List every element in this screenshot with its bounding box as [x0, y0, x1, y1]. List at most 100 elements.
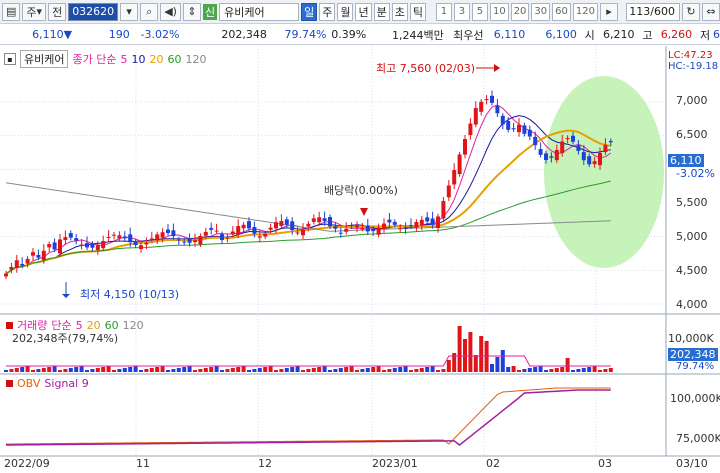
volume-bar — [257, 368, 262, 372]
candle-body — [279, 221, 284, 227]
minute-120[interactable]: 120 — [572, 2, 598, 21]
obv-signal: Signal 9 — [44, 377, 89, 390]
candle-body — [506, 121, 511, 130]
minute-5[interactable]: 5 — [471, 2, 488, 21]
candle-body — [155, 234, 160, 241]
candle-body — [338, 232, 343, 234]
volume-bar — [414, 369, 419, 372]
volume-bar — [214, 366, 219, 372]
candle-body — [31, 252, 35, 256]
prev-button[interactable]: 전 — [48, 2, 67, 21]
low-price: 6 — [713, 28, 720, 41]
settings-icon[interactable]: ▪ — [4, 53, 16, 65]
current-price: 6,110 — [32, 28, 64, 41]
period-minute[interactable]: 분 — [373, 2, 390, 21]
volume-bar — [112, 370, 116, 372]
search-icon[interactable]: ⌕ — [140, 2, 159, 21]
period-year[interactable]: 년 — [355, 2, 372, 21]
volume-bar — [63, 369, 68, 372]
speaker-icon[interactable]: ◀) — [160, 2, 181, 21]
current-change-tag: -3.02% — [676, 167, 715, 180]
candle-body — [333, 226, 338, 229]
volume-bar — [193, 370, 197, 372]
candle-body — [41, 250, 46, 261]
scroll-icon[interactable]: ⇔ — [702, 2, 720, 21]
candle-body — [263, 233, 268, 237]
stock-chart[interactable] — [0, 46, 720, 470]
y-tick-4500: 4,500 — [676, 264, 708, 277]
more-button[interactable]: ▸ — [599, 2, 618, 21]
candle-body — [317, 217, 322, 223]
volume-bar — [371, 367, 376, 372]
volume-bar — [279, 369, 284, 372]
volume-bar — [263, 367, 268, 372]
candle-body — [117, 235, 122, 239]
volume-bar — [182, 367, 187, 372]
obv-y-tick-75000k: 75,000K — [676, 432, 720, 445]
candle-body — [576, 145, 581, 151]
volume-bar — [392, 368, 397, 372]
minute-10[interactable]: 10 — [489, 2, 509, 21]
period-tick[interactable]: 틱 — [409, 2, 426, 21]
minute-30[interactable]: 30 — [531, 2, 551, 21]
candle-body — [479, 101, 484, 112]
volume-bar — [187, 366, 192, 372]
volume-bar — [349, 366, 354, 372]
stepper-icon[interactable]: ⇕ — [182, 2, 201, 21]
volume-bar — [133, 366, 138, 372]
minute-20[interactable]: 20 — [510, 2, 530, 21]
x-tick-02: 02 — [486, 457, 500, 470]
volume-bar — [376, 366, 381, 372]
volume-bar — [306, 369, 311, 372]
chart-area[interactable]: ▪ 유비케어 종가 단순 5 10 20 60 120 LC:47.23 HC:… — [0, 46, 720, 470]
volume-bar — [436, 370, 440, 372]
menu-icon[interactable]: ▤ — [2, 2, 21, 21]
x-tick-12: 12 — [258, 457, 272, 470]
code-dropdown-icon[interactable]: ▾ — [120, 2, 139, 21]
candle-body — [581, 152, 586, 161]
candle-body — [106, 236, 111, 238]
page-count[interactable]: 113/600 — [626, 2, 680, 21]
volume-ratio: 79.74% — [284, 28, 327, 41]
minute-3[interactable]: 3 — [453, 2, 470, 21]
market-select[interactable]: 주 ▾ — [22, 2, 47, 21]
candle-body — [403, 227, 408, 230]
candle-body — [79, 244, 84, 246]
stock-code-input[interactable]: 032620 — [68, 2, 119, 21]
candle-body — [9, 266, 14, 270]
volume-bar — [149, 368, 154, 372]
candle-body — [592, 161, 597, 165]
volume-bar — [387, 369, 392, 372]
period-month[interactable]: 월 — [337, 2, 354, 21]
volume-y-tick: 10,000K — [668, 332, 714, 345]
y-tick-7000: 7,000 — [676, 94, 708, 107]
period-week[interactable]: 주 — [319, 2, 336, 21]
candle-body — [446, 185, 451, 198]
volume-bar — [333, 369, 338, 372]
candle-body — [533, 136, 538, 146]
volume-bar — [301, 370, 305, 372]
candle-body — [463, 139, 467, 155]
volume-bar — [409, 370, 413, 372]
candle-body — [517, 124, 521, 133]
volume-bar — [95, 368, 100, 372]
period-second[interactable]: 초 — [391, 2, 408, 21]
volume-bar — [457, 326, 462, 372]
ma120-label: 120 — [185, 52, 207, 66]
candle-body — [90, 243, 95, 248]
candle-body — [376, 227, 381, 235]
minute-1[interactable]: 1 — [435, 2, 452, 21]
refresh-icon[interactable]: ↻ — [682, 2, 700, 21]
quote-info-bar: 6,110 ▼ 190 -3.02% 202,348 79.74% 0.39% … — [0, 25, 720, 45]
current-volume-ratio: 79.74% — [676, 361, 715, 372]
candle-body — [436, 216, 440, 229]
volume-bar — [598, 370, 602, 372]
candle-body — [322, 218, 327, 222]
candle-body — [160, 232, 165, 238]
volume-bar — [74, 367, 79, 372]
candle-body — [603, 144, 608, 153]
period-day[interactable]: 일 — [301, 2, 318, 21]
minute-60[interactable]: 60 — [552, 2, 571, 21]
new-badge: 신 — [202, 3, 218, 20]
candle-body — [468, 123, 473, 136]
